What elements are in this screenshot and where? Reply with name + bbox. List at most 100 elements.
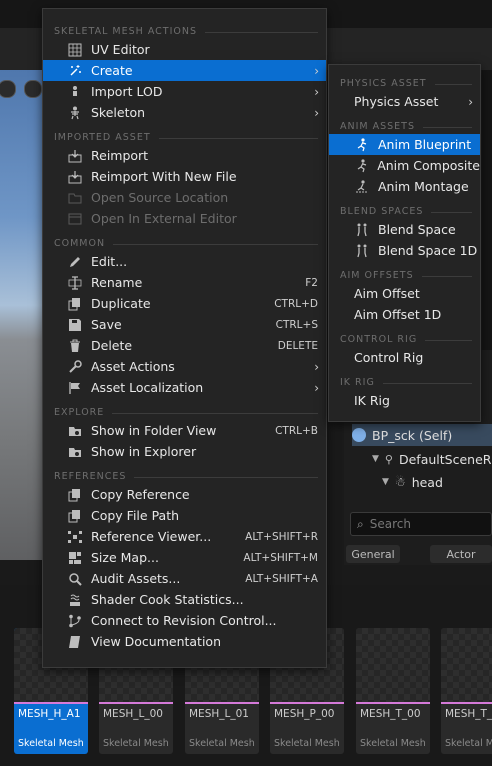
menu-item-blend-space-1d[interactable]: Blend Space 1D bbox=[329, 240, 480, 261]
section-divider bbox=[425, 340, 472, 341]
menu-item-copy-file-path[interactable]: Copy File Path bbox=[43, 505, 326, 526]
menu-item-physics-asset[interactable]: Physics Asset › bbox=[329, 91, 480, 112]
pencil-icon bbox=[64, 254, 86, 270]
section-divider bbox=[134, 477, 318, 478]
menu-item-reimport[interactable]: Reimport bbox=[43, 145, 326, 166]
trash-icon bbox=[64, 338, 86, 354]
menu-item-label: Audit Assets... bbox=[91, 571, 181, 586]
component-head-row[interactable]: ▼ ☃ head bbox=[382, 471, 443, 493]
menu-item-ik-rig[interactable]: IK Rig bbox=[329, 390, 480, 411]
section-divider bbox=[423, 127, 472, 128]
asset-type-bar bbox=[356, 702, 430, 704]
menu-item-anim-blueprint[interactable]: Anim Blueprint bbox=[329, 134, 480, 155]
tab-actor[interactable]: Actor bbox=[430, 545, 492, 563]
menu-item-create[interactable]: Create › bbox=[43, 60, 326, 81]
revision-control-icon bbox=[64, 613, 86, 629]
asset-type: Skeletal Mesh bbox=[103, 738, 169, 749]
menu-item-label: Import LOD bbox=[91, 84, 163, 99]
chevron-right-icon: › bbox=[468, 94, 473, 109]
menu-item-delete[interactable]: Delete DELETE bbox=[43, 335, 326, 356]
asset-tile[interactable]: MESH_T_ Skeletal Mesh bbox=[441, 628, 492, 754]
menu-item-connect-to-revision-control[interactable]: Connect to Revision Control... bbox=[43, 610, 326, 631]
chevron-right-icon: › bbox=[314, 380, 319, 395]
menu-item-duplicate[interactable]: Duplicate CTRL+D bbox=[43, 293, 326, 314]
asset-type-bar bbox=[270, 702, 344, 704]
menu-item-show-in-explorer[interactable]: Show in Explorer bbox=[43, 441, 326, 462]
menu-item-reimport-with-new-file[interactable]: Reimport With New File bbox=[43, 166, 326, 187]
menu-item-label: Delete bbox=[91, 338, 133, 353]
menu-item-edit[interactable]: Edit... bbox=[43, 251, 326, 272]
menu-item-shader-cook-statistics[interactable]: Shader Cook Statistics... bbox=[43, 589, 326, 610]
tab-general[interactable]: General bbox=[346, 545, 400, 563]
menu-item-label: Control Rig bbox=[354, 350, 424, 365]
menu-item-save[interactable]: Save CTRL+S bbox=[43, 314, 326, 335]
menu-item-import-lod[interactable]: Import LOD › bbox=[43, 81, 326, 102]
asset-name: MESH_H_A1 bbox=[18, 708, 81, 720]
menu-item-rename[interactable]: Rename F2 bbox=[43, 272, 326, 293]
asset-type: Skeletal Mesh bbox=[445, 738, 492, 749]
shortcut-label: ALT+SHIFT+R bbox=[245, 530, 318, 543]
reference-viewer-icon bbox=[64, 529, 86, 545]
menu-item-label: Duplicate bbox=[91, 296, 151, 311]
menu-item-label: Aim Offset 1D bbox=[354, 307, 442, 322]
section-title: EXPLORE bbox=[54, 407, 105, 418]
menu-item-control-rig[interactable]: Control Rig bbox=[329, 347, 480, 368]
menu-item-aim-offset-1d[interactable]: Aim Offset 1D bbox=[329, 304, 480, 325]
viewport-globe-icon[interactable] bbox=[24, 80, 42, 98]
folder-source-icon bbox=[64, 190, 86, 206]
search-icon: ⌕ bbox=[357, 516, 364, 531]
shortcut-label: DELETE bbox=[277, 339, 318, 352]
reimport-file-icon bbox=[64, 169, 86, 185]
menu-item-uv-editor[interactable]: UV Editor bbox=[43, 39, 326, 60]
menu-item-size-map[interactable]: Size Map... ALT+SHIFT+M bbox=[43, 547, 326, 568]
asset-thumbnail bbox=[356, 628, 430, 702]
section-title: AIM OFFSETS bbox=[340, 270, 414, 281]
import-lod-icon bbox=[64, 84, 86, 100]
asset-tile[interactable]: MESH_T_00 Skeletal Mesh bbox=[356, 628, 430, 754]
shortcut-label: ALT+SHIFT+M bbox=[243, 551, 318, 564]
menu-item-label: UV Editor bbox=[91, 42, 150, 57]
menu-item-view-documentation[interactable]: View Documentation bbox=[43, 631, 326, 652]
menu-item-copy-reference[interactable]: Copy Reference bbox=[43, 484, 326, 505]
external-editor-icon bbox=[64, 211, 86, 227]
asset-name: MESH_L_00 bbox=[103, 708, 163, 720]
shortcut-label: CTRL+D bbox=[274, 297, 318, 310]
menu-item-asset-actions[interactable]: Asset Actions › bbox=[43, 356, 326, 377]
menu-item-anim-composite[interactable]: Anim Composite bbox=[329, 155, 480, 176]
copy-reference-icon bbox=[64, 487, 86, 503]
menu-item-aim-offset[interactable]: Aim Offset bbox=[329, 283, 480, 304]
menu-item-label: Create bbox=[91, 63, 133, 78]
section-title: IMPORTED ASSET bbox=[54, 132, 151, 143]
menu-item-label: Shader Cook Statistics... bbox=[91, 592, 244, 607]
menu-item-label: View Documentation bbox=[91, 634, 221, 649]
asset-type-bar bbox=[441, 702, 492, 704]
menu-item-asset-localization[interactable]: Asset Localization › bbox=[43, 377, 326, 398]
menu-item-label: Save bbox=[91, 317, 122, 332]
viewport-maximize-icon[interactable] bbox=[0, 80, 16, 98]
menu-item-blend-space[interactable]: Blend Space bbox=[329, 219, 480, 240]
copy-path-icon bbox=[64, 508, 86, 524]
menu-item-label: Blend Space 1D bbox=[378, 243, 478, 258]
menu-item-label: Show in Explorer bbox=[91, 444, 197, 459]
menu-section-header: IK RIG bbox=[329, 368, 480, 390]
menu-item-label: Show in Folder View bbox=[91, 423, 217, 438]
section-divider bbox=[434, 84, 472, 85]
component-scene-root-row[interactable]: ▼ ⚲ DefaultSceneR bbox=[372, 448, 491, 470]
menu-item-anim-montage[interactable]: Anim Montage bbox=[329, 176, 480, 197]
expand-arrow-icon: ▼ bbox=[372, 454, 379, 464]
component-root-row[interactable]: BP_sck (Self) bbox=[352, 424, 492, 446]
menu-section-header: IMPORTED ASSET bbox=[43, 123, 326, 145]
level-viewport[interactable] bbox=[0, 70, 46, 560]
menu-item-skeleton[interactable]: Skeleton › bbox=[43, 102, 326, 123]
skeleton-icon bbox=[64, 105, 86, 121]
shader-stats-icon bbox=[64, 592, 86, 608]
menu-item-reference-viewer[interactable]: Reference Viewer... ALT+SHIFT+R bbox=[43, 526, 326, 547]
menu-item-show-in-folder-view[interactable]: Show in Folder View CTRL+B bbox=[43, 420, 326, 441]
menu-item-label: IK Rig bbox=[354, 393, 390, 408]
menu-item-audit-assets[interactable]: Audit Assets... ALT+SHIFT+A bbox=[43, 568, 326, 589]
audit-icon bbox=[64, 571, 86, 587]
menu-item-label: Asset Localization bbox=[91, 380, 204, 395]
shortcut-label: ALT+SHIFT+A bbox=[245, 572, 318, 585]
components-search-input[interactable]: ⌕ Search bbox=[350, 512, 492, 536]
asset-type-bar bbox=[185, 702, 259, 704]
